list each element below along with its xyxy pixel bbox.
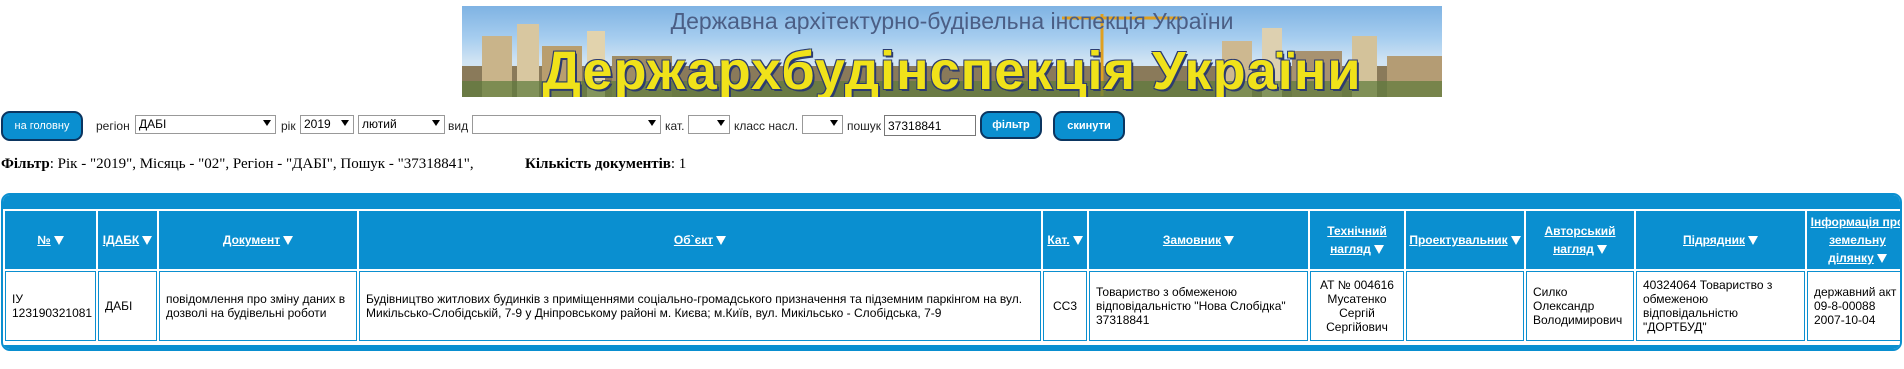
column-header-object[interactable]: Об`єкт bbox=[359, 211, 1041, 269]
filter-toolbar: на головну регіон ДАБІ рік 2019 лютий ви… bbox=[0, 111, 1904, 141]
sort-arrow-icon bbox=[1072, 236, 1083, 246]
cell-idabk: ДАБІ bbox=[98, 271, 157, 341]
year-select[interactable]: 2019 bbox=[300, 115, 354, 134]
cell-customer: Товариство з обмеженою відповідальністю … bbox=[1089, 271, 1308, 341]
column-header-idabk[interactable]: ІДАБК bbox=[98, 211, 157, 269]
sort-link-cat[interactable]: Кат. bbox=[1047, 233, 1069, 247]
cell-author-supervision: Силко Олександр Володимирович bbox=[1526, 271, 1634, 341]
table-bottom-bar bbox=[3, 345, 1900, 349]
cell-land-info: державний акт 09-8-00088 2007-10-04 bbox=[1807, 271, 1900, 341]
category-select[interactable] bbox=[688, 115, 730, 134]
document-count: Кількість документів: 1 bbox=[525, 156, 686, 173]
chevron-down-icon bbox=[830, 120, 838, 126]
sort-link-designer[interactable]: Проектувальник bbox=[1409, 233, 1507, 247]
documents-table: № ІДАБК Документ Об`єкт Кат. Замовник Те… bbox=[3, 209, 1900, 343]
sort-arrow-icon bbox=[1224, 236, 1235, 246]
year-label: рік bbox=[281, 119, 296, 133]
document-count-value: : 1 bbox=[670, 156, 687, 172]
home-button[interactable]: на головну bbox=[1, 111, 83, 141]
type-select[interactable] bbox=[472, 115, 661, 134]
banner-subtitle: Державна архітектурно-будівельна інспекц… bbox=[670, 8, 1234, 34]
sort-arrow-icon bbox=[1373, 245, 1384, 255]
month-select[interactable]: лютий bbox=[358, 115, 445, 134]
sort-link-contractor[interactable]: Підрядник bbox=[1683, 233, 1745, 247]
filter-button[interactable]: фільтр bbox=[980, 111, 1042, 139]
filter-summary-label: Фільтр bbox=[1, 156, 50, 172]
column-header-document[interactable]: Документ bbox=[159, 211, 357, 269]
type-label: вид bbox=[448, 119, 469, 133]
search-input[interactable] bbox=[884, 115, 976, 136]
sort-arrow-icon bbox=[1748, 236, 1758, 246]
column-header-tech-supervision[interactable]: Технічний нагляд bbox=[1310, 211, 1404, 269]
cell-num: ІУ 123190321081 bbox=[5, 271, 96, 341]
region-select-value: ДАБІ bbox=[139, 117, 167, 131]
sort-link-num[interactable]: № bbox=[37, 233, 50, 247]
banner-title: Держархбудінспекція України bbox=[542, 41, 1362, 97]
column-header-num[interactable]: № bbox=[5, 211, 96, 269]
document-count-label: Кількість документів bbox=[525, 156, 671, 172]
search-label: пошук bbox=[847, 119, 882, 133]
year-select-value: 2019 bbox=[304, 117, 331, 131]
month-select-value: лютий bbox=[362, 117, 397, 131]
filter-summary-text: : Рік - "2019", Місяць - "02", Регіон - … bbox=[49, 156, 474, 172]
sort-arrow-icon bbox=[283, 236, 294, 246]
sort-link-document[interactable]: Документ bbox=[223, 233, 280, 247]
column-header-author-supervision[interactable]: Авторський нагляд bbox=[1526, 211, 1634, 269]
sort-arrow-icon bbox=[716, 236, 727, 246]
sort-arrow-icon bbox=[1510, 236, 1521, 246]
column-header-cat[interactable]: Кат. bbox=[1043, 211, 1087, 269]
chevron-down-icon bbox=[263, 120, 271, 126]
chevron-down-icon bbox=[648, 120, 656, 126]
table-header-row: № ІДАБК Документ Об`єкт Кат. Замовник Те… bbox=[5, 211, 1900, 269]
cell-object: Будівництво житлових будинків з приміщен… bbox=[359, 271, 1041, 341]
sort-arrow-icon bbox=[53, 236, 64, 246]
column-header-contractor[interactable]: Підрядник bbox=[1636, 211, 1805, 269]
filter-summary: Фільтр: Рік - "2019", Місяць - "02", Рег… bbox=[1, 156, 474, 173]
class-select[interactable] bbox=[802, 115, 843, 134]
table-top-bar bbox=[3, 195, 1900, 209]
region-select[interactable]: ДАБІ bbox=[135, 115, 276, 134]
chevron-down-icon bbox=[432, 120, 440, 126]
header-banner: Державна архітектурно-будівельна інспекц… bbox=[462, 6, 1442, 97]
category-label: кат. bbox=[665, 119, 685, 133]
column-header-designer[interactable]: Проектувальник bbox=[1406, 211, 1524, 269]
sort-link-idabk[interactable]: ІДАБК bbox=[103, 233, 140, 247]
sort-arrow-icon bbox=[1876, 254, 1887, 264]
class-label: класс насл. bbox=[734, 119, 799, 133]
cell-document: повідомлення про зміну даних в дозволі н… bbox=[159, 271, 357, 341]
sort-link-customer[interactable]: Замовник bbox=[1163, 233, 1221, 247]
cell-tech-supervision: АТ № 004616 Мусатенко Сергій Сергійович bbox=[1310, 271, 1404, 341]
chevron-down-icon bbox=[341, 120, 349, 126]
reset-button[interactable]: скинути bbox=[1053, 111, 1125, 141]
column-header-land-info[interactable]: Інформація про земельну ділянку bbox=[1807, 211, 1900, 269]
region-label: регіон bbox=[96, 119, 130, 133]
sort-link-land-info[interactable]: Інформація про земельну ділянку bbox=[1811, 215, 1900, 265]
chevron-down-icon bbox=[717, 120, 725, 126]
cell-designer bbox=[1406, 271, 1524, 341]
sort-arrow-icon bbox=[142, 236, 153, 246]
sort-link-object[interactable]: Об`єкт bbox=[674, 233, 713, 247]
sort-arrow-icon bbox=[1596, 245, 1607, 255]
table-row: ІУ 123190321081 ДАБІ повідомлення про зм… bbox=[5, 271, 1900, 341]
column-header-customer[interactable]: Замовник bbox=[1089, 211, 1308, 269]
documents-table-container: № ІДАБК Документ Об`єкт Кат. Замовник Те… bbox=[1, 193, 1902, 351]
cell-contractor: 40324064 Товариство з обмеженою відповід… bbox=[1636, 271, 1805, 341]
cell-cat: СС3 bbox=[1043, 271, 1087, 341]
